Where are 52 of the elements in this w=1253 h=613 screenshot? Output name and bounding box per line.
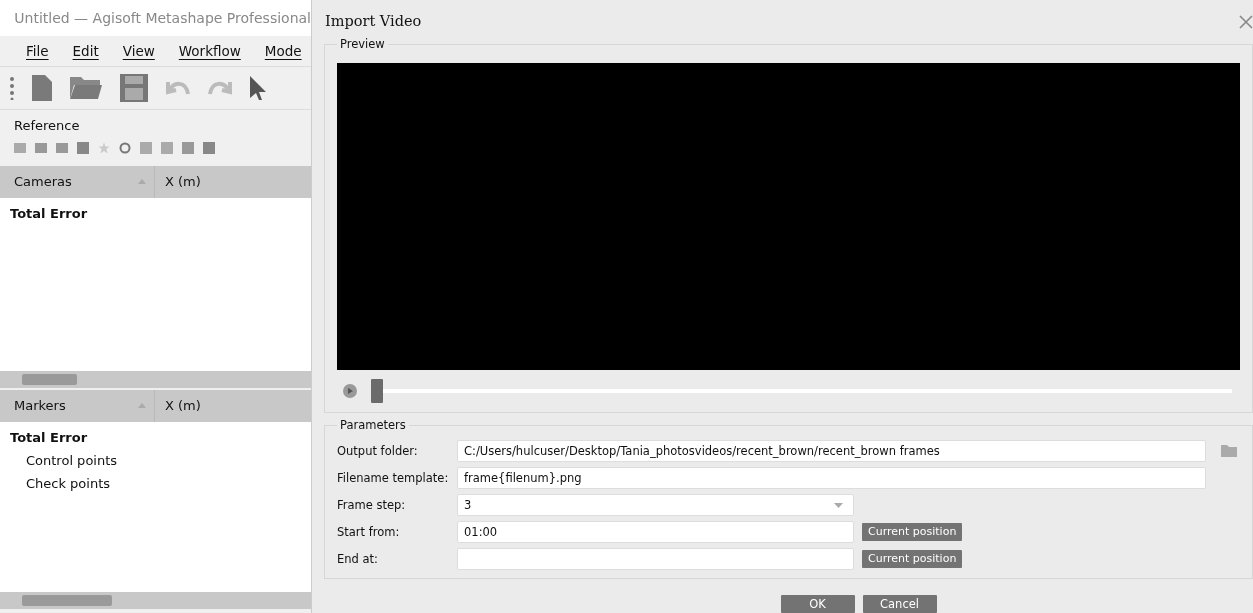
table-icon[interactable] (56, 142, 68, 153)
menu-item[interactable]: View (122, 40, 155, 62)
pointer-icon[interactable] (250, 76, 266, 100)
window-title: Untitled — Agisoft Metashape Professional (14, 8, 311, 28)
dropdown[interactable]: 3 (457, 494, 854, 517)
current-position-button[interactable]: Current position (862, 523, 963, 542)
table-row[interactable]: Total Error (0, 425, 311, 449)
folder-icon[interactable] (1221, 445, 1237, 458)
close-icon[interactable] (1239, 15, 1253, 30)
column-header[interactable]: Cameras (14, 171, 72, 192)
table-icon[interactable] (35, 142, 47, 153)
menu-item[interactable]: File (26, 40, 49, 62)
field-label: Output folder: (337, 442, 419, 460)
table-icon[interactable] (14, 142, 26, 153)
refresh-icon[interactable] (119, 141, 131, 154)
table-row[interactable]: Check points (0, 471, 311, 495)
column-header[interactable]: X (m) (165, 171, 201, 192)
star-icon[interactable] (98, 141, 110, 154)
menu-item[interactable]: Mode (264, 40, 302, 62)
open-folder-icon[interactable] (70, 77, 102, 99)
input-field[interactable] (457, 548, 854, 571)
sort-icon[interactable] (138, 403, 146, 408)
grid-icon[interactable] (161, 141, 173, 154)
save-icon[interactable] (120, 74, 148, 102)
calculator-icon[interactable] (77, 141, 89, 154)
table-row[interactable]: Control points (0, 448, 311, 472)
field-label: Filename template: (337, 469, 449, 487)
dialog-title: Import Video (325, 12, 422, 32)
sort-icon[interactable] (138, 179, 146, 184)
menu-item[interactable]: Edit (72, 40, 99, 62)
column-header[interactable]: X (m) (165, 395, 201, 416)
slider-thumb[interactable] (371, 379, 383, 404)
table-row[interactable]: Total Error (0, 201, 311, 225)
field-label: End at: (337, 550, 379, 568)
cancel-button[interactable]: Cancel (862, 595, 937, 613)
column-header[interactable]: Markers (14, 395, 66, 416)
panel-title: Reference (13, 117, 81, 135)
drag-handle-icon[interactable] (10, 76, 14, 100)
current-position-button[interactable]: Current position (862, 550, 963, 569)
new-document-icon[interactable] (32, 75, 52, 101)
field-label: Frame step: (337, 496, 407, 514)
input-field[interactable]: frame{filenum}.png (457, 467, 1206, 490)
dropdown-value: 3 (464, 496, 472, 514)
field-label: Start from: (337, 523, 401, 541)
play-icon[interactable] (343, 384, 357, 399)
grid-icon[interactable] (203, 141, 215, 154)
caret-icon (834, 502, 843, 508)
grid-icon[interactable] (182, 141, 194, 154)
ok-button[interactable]: OK (780, 595, 855, 613)
grid-icon[interactable] (140, 141, 152, 154)
input-field[interactable]: 01:00 (457, 521, 854, 544)
menu-item[interactable]: Workflow (178, 40, 241, 62)
